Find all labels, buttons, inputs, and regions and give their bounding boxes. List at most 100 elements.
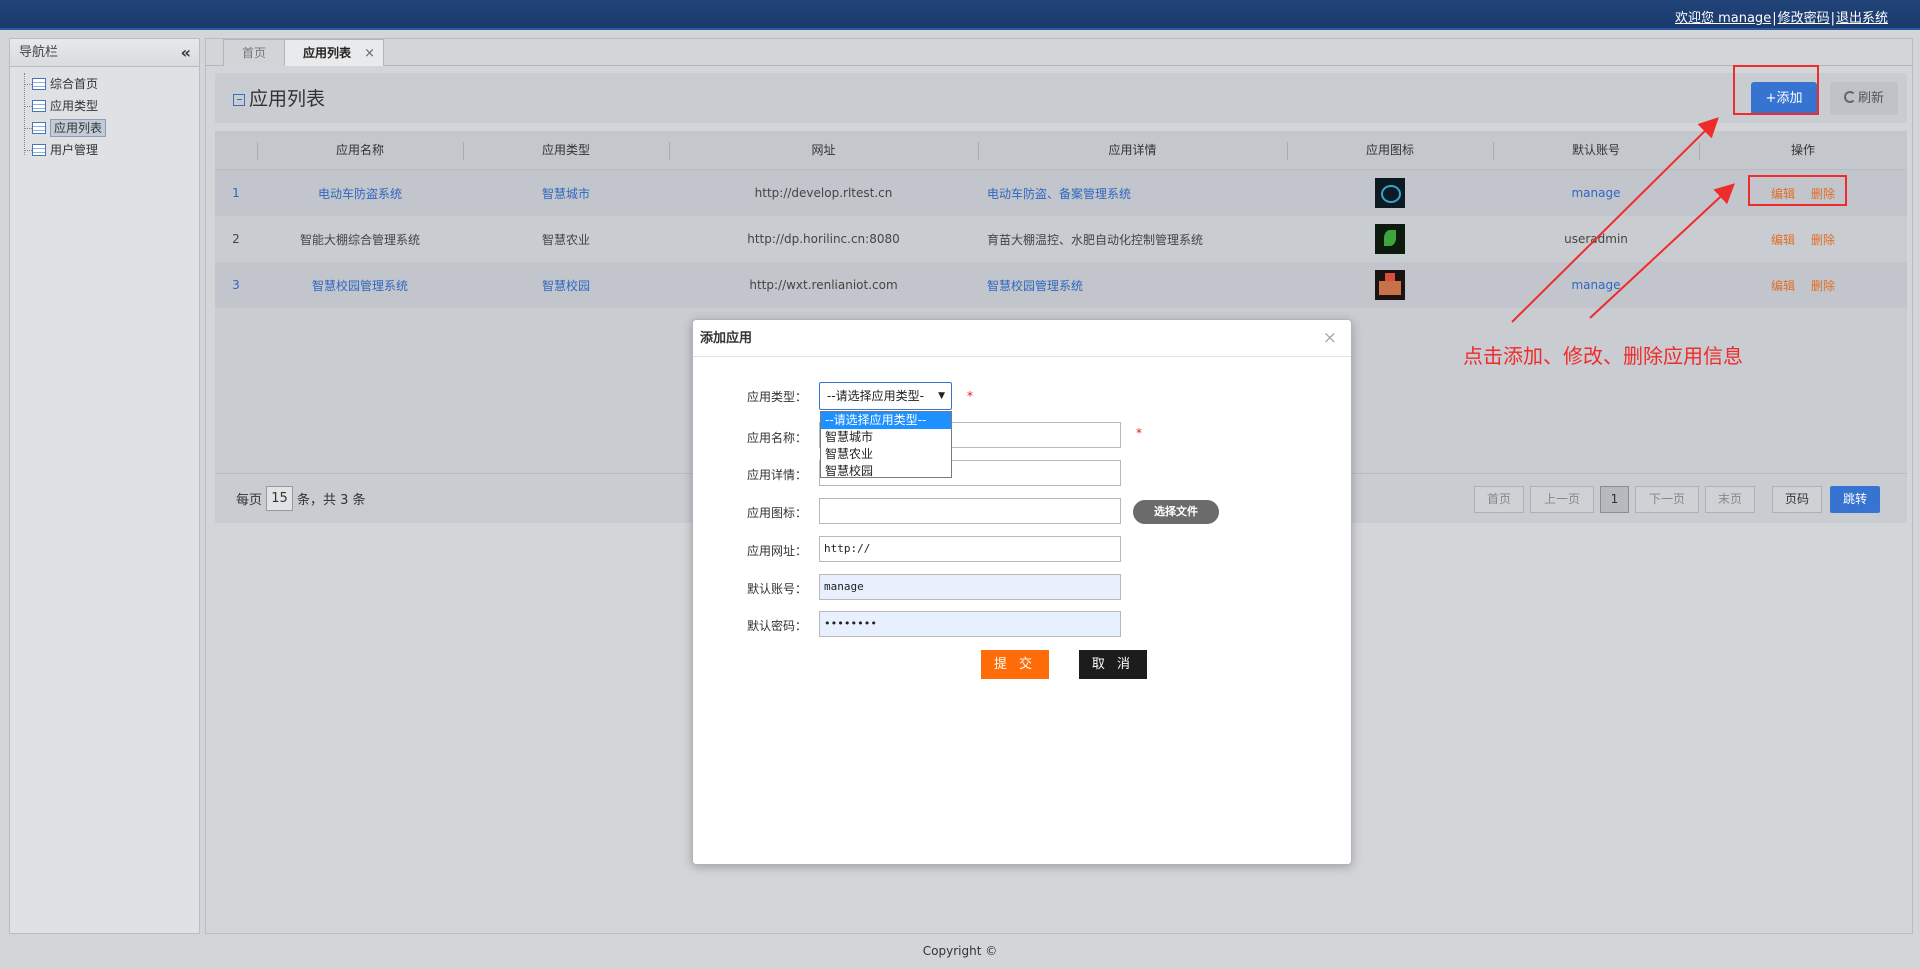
sidebar-item-user-management[interactable]: 用户管理 xyxy=(24,139,199,161)
app-type-dropdown: --请选择应用类型-- 智慧城市 智慧农业 智慧校园 xyxy=(820,411,952,478)
jump-button[interactable]: 跳转 xyxy=(1830,486,1880,513)
table-row[interactable]: 2 智能大棚综合管理系统 智慧农业 http://dp.horilinc.cn:… xyxy=(215,216,1907,262)
edit-icon xyxy=(233,93,245,106)
refresh-label: 刷新 xyxy=(1857,91,1884,106)
table-icon xyxy=(32,144,46,156)
first-page-button[interactable]: 首页 xyxy=(1474,486,1524,513)
required-mark: * xyxy=(1136,426,1142,440)
row-app-type[interactable]: 智慧校园 xyxy=(463,277,669,294)
last-page-button[interactable]: 末页 xyxy=(1705,486,1755,513)
app-type-select[interactable]: --请选择应用类型- ▼ xyxy=(819,382,952,410)
sidebar-item-label: 综合首页 xyxy=(50,77,99,91)
delete-link[interactable]: 删除 xyxy=(1811,233,1835,247)
table-icon xyxy=(32,78,46,90)
page-title: 应用列表 xyxy=(233,84,325,111)
logout-link[interactable]: 退出系统 xyxy=(1836,11,1888,26)
dropdown-option[interactable]: 智慧校园 xyxy=(821,463,951,480)
tab-label: 应用列表 xyxy=(303,46,352,60)
row-default-account: manage xyxy=(1571,278,1621,292)
app-type-selected: --请选择应用类型- xyxy=(827,389,924,403)
page-title-text: 应用列表 xyxy=(249,88,326,110)
column-header-url[interactable]: 网址 xyxy=(669,131,978,170)
annotation-box-add xyxy=(1733,65,1819,115)
column-header-actions: 操作 xyxy=(1699,131,1907,170)
sidebar: 导航栏 « 综合首页 应用类型 应用列表 用户管理 xyxy=(9,38,200,934)
row-app-type[interactable]: 智慧城市 xyxy=(463,185,669,202)
delete-link[interactable]: 删除 xyxy=(1811,279,1835,293)
row-app-name[interactable]: 智能大棚综合管理系统 xyxy=(257,231,463,248)
page-title-bar: 应用列表 +添加 刷新 xyxy=(215,73,1907,123)
sidebar-item-app-list[interactable]: 应用列表 xyxy=(24,117,199,139)
welcome-user-link[interactable]: 欢迎您 manage xyxy=(1675,11,1771,26)
row-app-url: http://wxt.renlianiot.com xyxy=(749,278,898,292)
row-app-detail[interactable]: 育苗大棚温控、水肥自动化控制管理系统 xyxy=(978,231,1287,248)
dropdown-option[interactable]: --请选择应用类型-- xyxy=(821,412,951,429)
sidebar-item-home[interactable]: 综合首页 xyxy=(24,73,199,95)
required-mark: * xyxy=(967,389,973,403)
cancel-button[interactable]: 取 消 xyxy=(1079,650,1147,679)
sidebar-header: 导航栏 « xyxy=(10,39,199,67)
sidebar-item-label: 应用列表 xyxy=(50,119,107,137)
column-header-icon[interactable]: 应用图标 xyxy=(1287,131,1493,170)
collapse-double-chevron-icon[interactable]: « xyxy=(181,39,191,67)
nav-tree: 综合首页 应用类型 应用列表 用户管理 xyxy=(10,67,199,161)
page-code-input[interactable]: 页码 xyxy=(1772,486,1822,513)
column-header-detail[interactable]: 应用详情 xyxy=(978,131,1287,170)
sidebar-title: 导航栏 xyxy=(19,45,59,60)
table-icon xyxy=(32,100,46,112)
app-url-input[interactable]: http:// xyxy=(819,536,1121,562)
table-icon xyxy=(32,122,46,134)
default-password-input[interactable]: •••••••• xyxy=(819,611,1121,637)
sidebar-item-label: 用户管理 xyxy=(50,143,99,157)
top-header-bar: 欢迎您 manage|修改密码|退出系统 xyxy=(0,0,1920,30)
refresh-button[interactable]: 刷新 xyxy=(1830,82,1898,115)
current-page-button[interactable]: 1 xyxy=(1600,486,1629,513)
top-links: 欢迎您 manage|修改密码|退出系统 xyxy=(1674,11,1888,26)
row-index: 3 xyxy=(232,278,240,292)
default-account-input[interactable]: manage xyxy=(819,574,1121,600)
dialog-title: 添加应用 xyxy=(700,331,753,346)
row-index: 2 xyxy=(232,232,240,246)
choose-file-button[interactable]: 选择文件 xyxy=(1133,500,1219,524)
edit-link[interactable]: 编辑 xyxy=(1771,233,1795,247)
row-default-account: useradmin xyxy=(1564,232,1628,246)
row-app-name[interactable]: 智慧校园管理系统 xyxy=(257,277,463,294)
row-app-detail[interactable]: 电动车防盗、备案管理系统 xyxy=(978,185,1287,202)
submit-button[interactable]: 提 交 xyxy=(981,650,1049,679)
school-icon xyxy=(1375,270,1405,300)
change-password-link[interactable]: 修改密码 xyxy=(1778,11,1830,26)
row-app-name[interactable]: 电动车防盗系统 xyxy=(257,185,463,202)
row-app-type[interactable]: 智慧农业 xyxy=(463,231,669,248)
next-page-button[interactable]: 下一页 xyxy=(1635,486,1699,513)
column-header-index xyxy=(215,131,257,170)
column-header-account[interactable]: 默认账号 xyxy=(1493,131,1699,170)
edit-link[interactable]: 编辑 xyxy=(1771,279,1795,293)
sidebar-item-label: 应用类型 xyxy=(50,99,99,113)
row-default-account: manage xyxy=(1571,186,1621,200)
refresh-icon xyxy=(1843,91,1856,103)
dropdown-option[interactable]: 智慧农业 xyxy=(821,446,951,463)
page-size-info: 每页 15 条，共 3 条 xyxy=(236,486,366,511)
close-icon[interactable]: × xyxy=(1323,320,1337,357)
annotation-text: 点击添加、修改、删除应用信息 xyxy=(1463,344,1743,368)
column-header-name[interactable]: 应用名称 xyxy=(257,131,463,170)
caret-down-icon: ▼ xyxy=(938,391,945,401)
tab-home[interactable]: 首页 xyxy=(223,39,286,66)
dialog-header: 添加应用 × xyxy=(693,320,1351,357)
table-row[interactable]: 1 电动车防盗系统 智慧城市 http://develop.rltest.cn … xyxy=(215,170,1907,216)
close-icon[interactable]: × xyxy=(364,40,375,67)
sidebar-item-app-types[interactable]: 应用类型 xyxy=(24,95,199,117)
add-app-dialog: 添加应用 × 应用类型： --请选择应用类型- ▼ * 应用名称： * 应用详情… xyxy=(692,319,1352,865)
row-app-detail[interactable]: 智慧校园管理系统 xyxy=(978,277,1287,294)
footer-copyright: Copyright © xyxy=(922,944,998,958)
page-size-input[interactable]: 15 xyxy=(266,486,294,511)
scooter-icon xyxy=(1375,178,1405,208)
dropdown-option[interactable]: 智慧城市 xyxy=(821,429,951,446)
prev-page-button[interactable]: 上一页 xyxy=(1530,486,1594,513)
annotation-box-actions xyxy=(1748,175,1847,206)
column-header-type[interactable]: 应用类型 xyxy=(463,131,669,170)
table-row[interactable]: 3 智慧校园管理系统 智慧校园 http://wxt.renlianiot.co… xyxy=(215,262,1907,308)
tab-bar: 首页 应用列表 × xyxy=(223,39,385,67)
tab-app-list[interactable]: 应用列表 × xyxy=(284,39,385,67)
app-icon-input[interactable] xyxy=(819,498,1121,524)
